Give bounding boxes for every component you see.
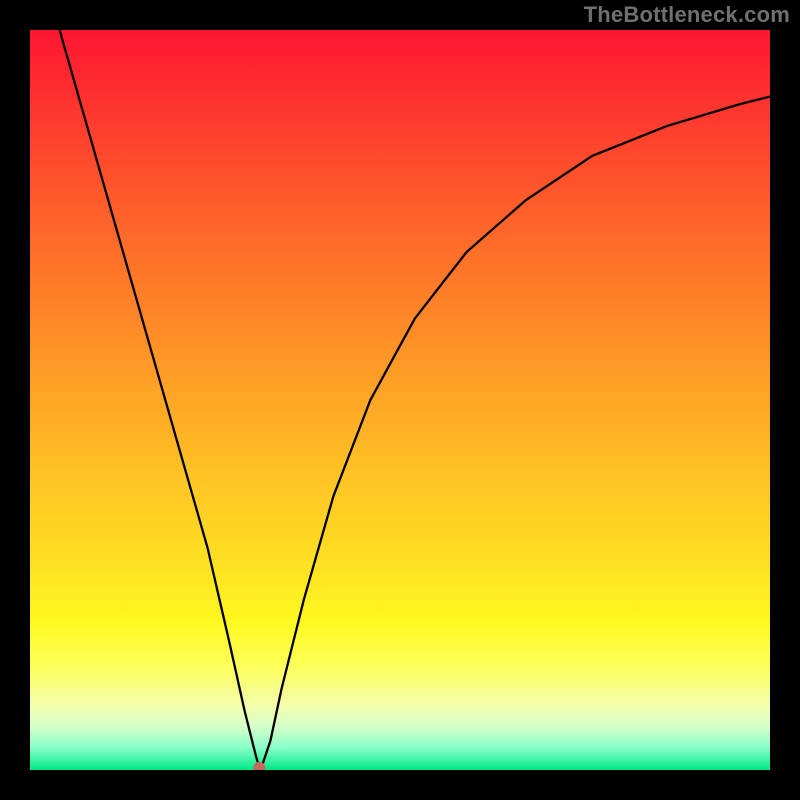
chart-container: TheBottleneck.com (0, 0, 800, 800)
curve-layer (30, 30, 770, 770)
watermark-label: TheBottleneck.com (584, 2, 790, 28)
bottleneck-curve (60, 30, 770, 768)
plot-area (30, 30, 770, 770)
